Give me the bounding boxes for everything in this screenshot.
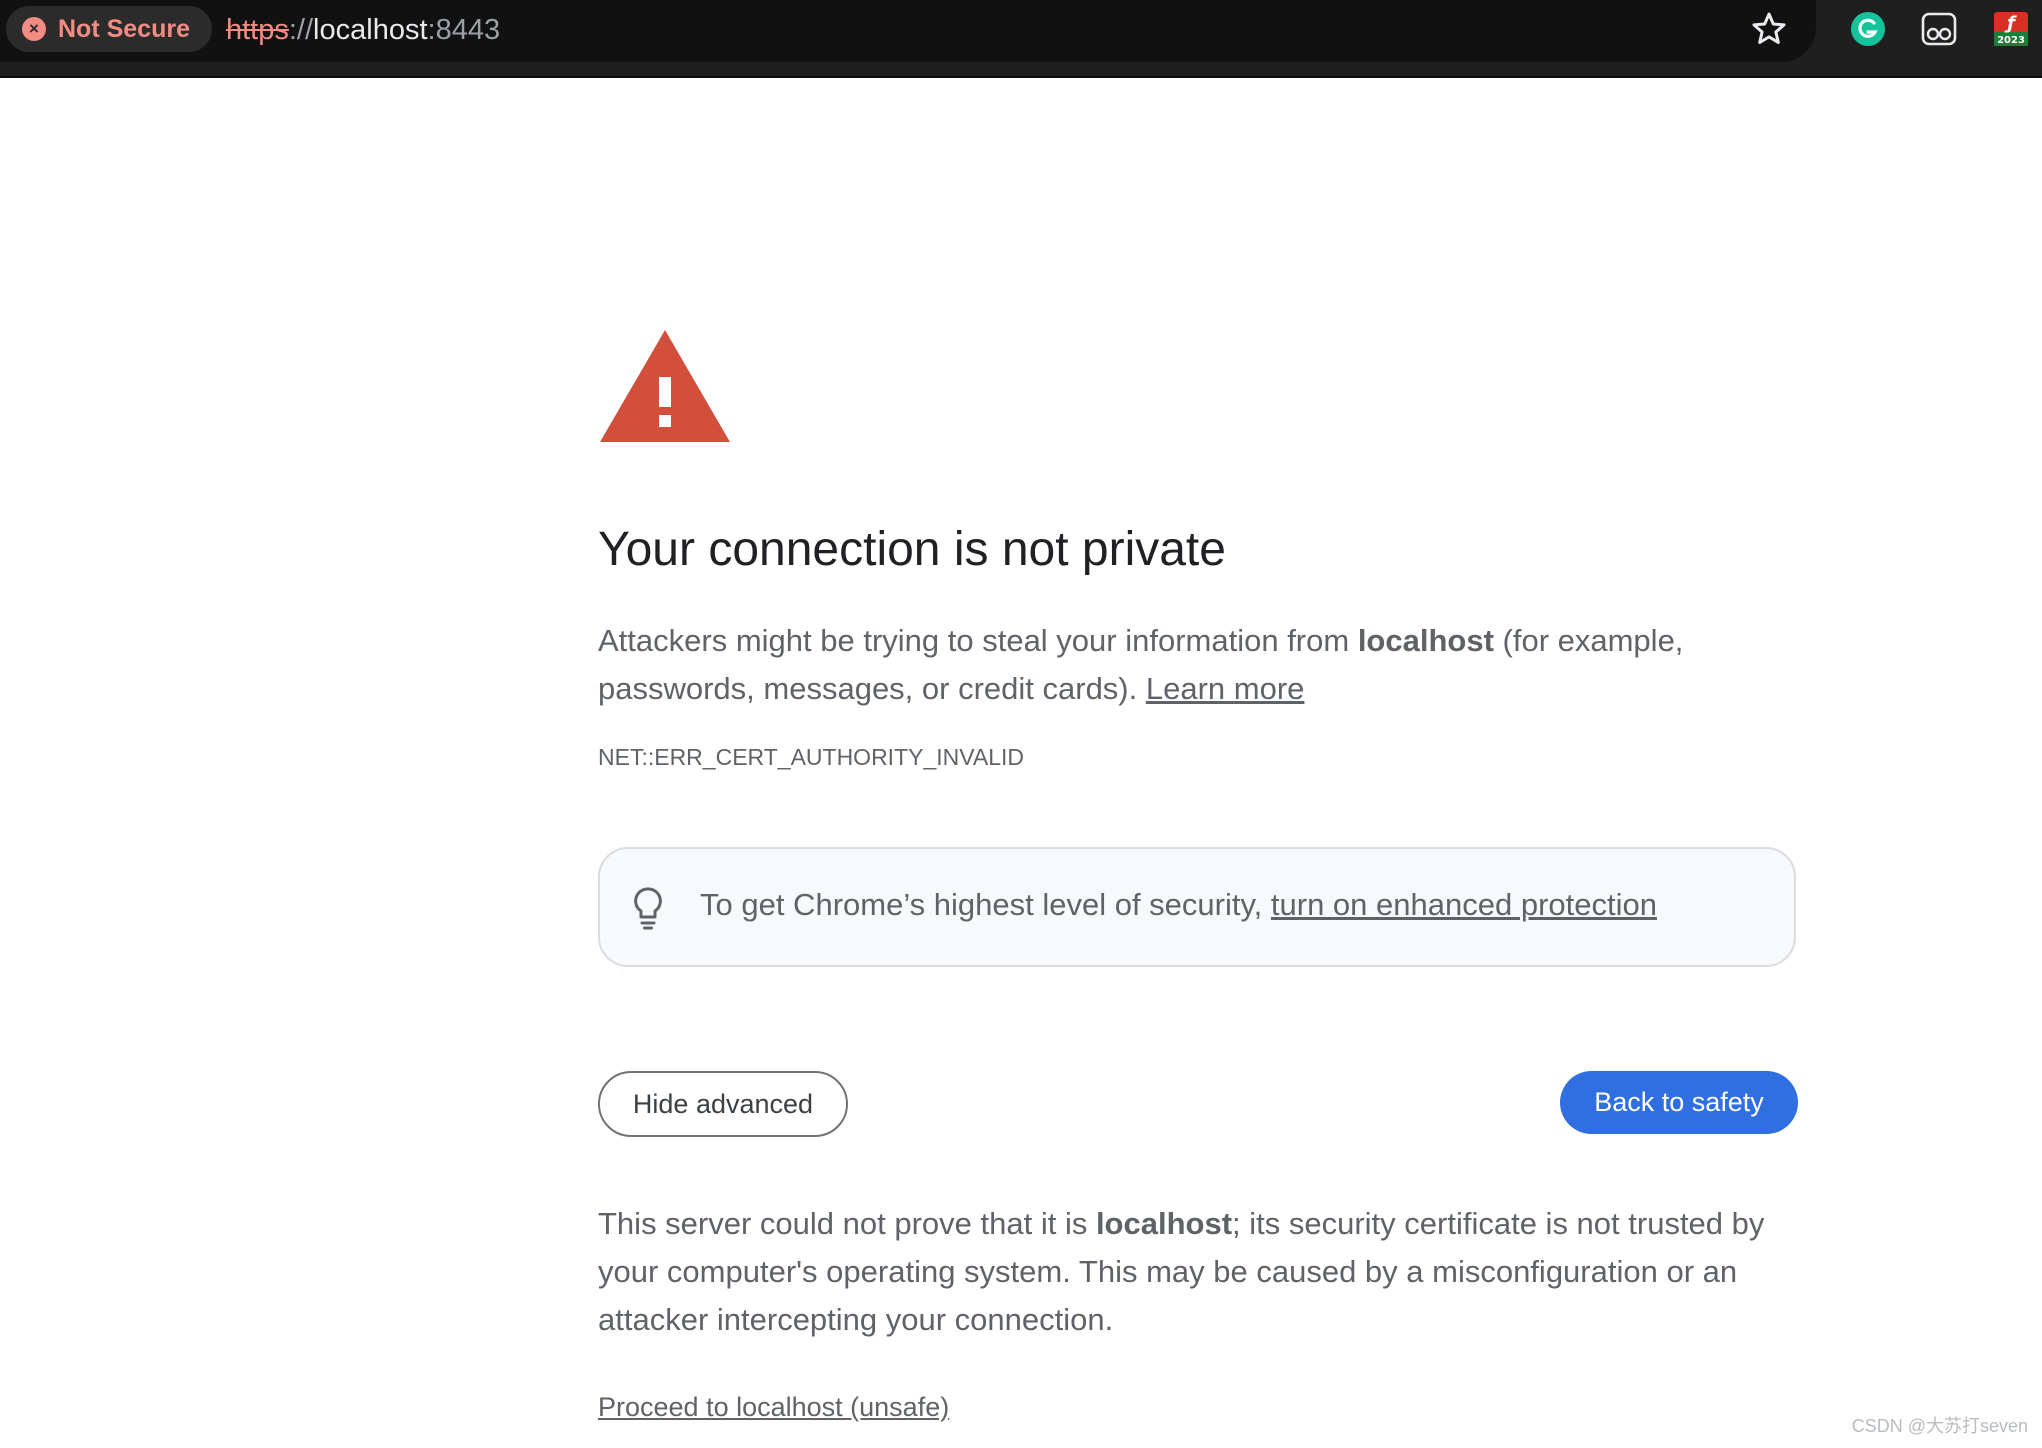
url-port: :8443: [427, 14, 501, 46]
warning-triangle-icon: [600, 330, 730, 442]
intro-host: localhost: [1357, 623, 1494, 658]
browser-toolbar: × Not Secure https://localhost:8443 ƒ 20…: [0, 0, 2042, 78]
svg-text:2023: 2023: [1997, 35, 2025, 46]
enhanced-protection-link[interactable]: turn on enhanced protection: [1271, 887, 1657, 922]
enhanced-protection-callout: To get Chrome’s highest level of securit…: [598, 847, 1796, 967]
security-status-chip[interactable]: × Not Secure: [6, 6, 212, 52]
glasses-icon[interactable]: [1920, 10, 1958, 48]
watermark: CSDN @大苏打seven: [1851, 1416, 2028, 1436]
url-host: localhost: [313, 14, 428, 46]
lightbulb-icon: [634, 887, 662, 930]
advanced-details-paragraph: This server could not prove that it is l…: [598, 1200, 1798, 1344]
error-code: NET::ERR_CERT_AUTHORITY_INVALID: [598, 744, 1025, 770]
enhanced-protection-text: To get Chrome’s highest level of securit…: [700, 887, 1657, 923]
grammarly-icon[interactable]: [1849, 10, 1887, 48]
star-icon[interactable]: [1749, 9, 1789, 49]
url-text[interactable]: https://localhost:8443: [226, 12, 500, 48]
intro-text-start: Attackers might be trying to steal your …: [598, 623, 1358, 658]
intro-paragraph: Attackers might be trying to steal your …: [598, 617, 1798, 713]
red-extension-icon[interactable]: ƒ 2023: [1992, 10, 2030, 48]
learn-more-link[interactable]: Learn more: [1146, 671, 1305, 706]
address-bar[interactable]: × Not Secure https://localhost:8443: [0, 0, 1816, 62]
error-icon: ×: [22, 17, 46, 41]
enhanced-protection-prompt: To get Chrome’s highest level of securit…: [700, 887, 1271, 922]
proceed-unsafe-link[interactable]: Proceed to localhost (unsafe): [598, 1392, 949, 1423]
url-separator: ://: [288, 14, 314, 46]
back-to-safety-button[interactable]: Back to safety: [1560, 1071, 1798, 1134]
security-status-label: Not Secure: [58, 14, 190, 43]
page-title: Your connection is not private: [598, 523, 1226, 576]
hide-advanced-button[interactable]: Hide advanced: [598, 1071, 848, 1137]
details-host: localhost: [1095, 1206, 1233, 1241]
url-scheme: https: [226, 14, 289, 46]
details-text-start: This server could not prove that it is: [598, 1206, 1096, 1241]
